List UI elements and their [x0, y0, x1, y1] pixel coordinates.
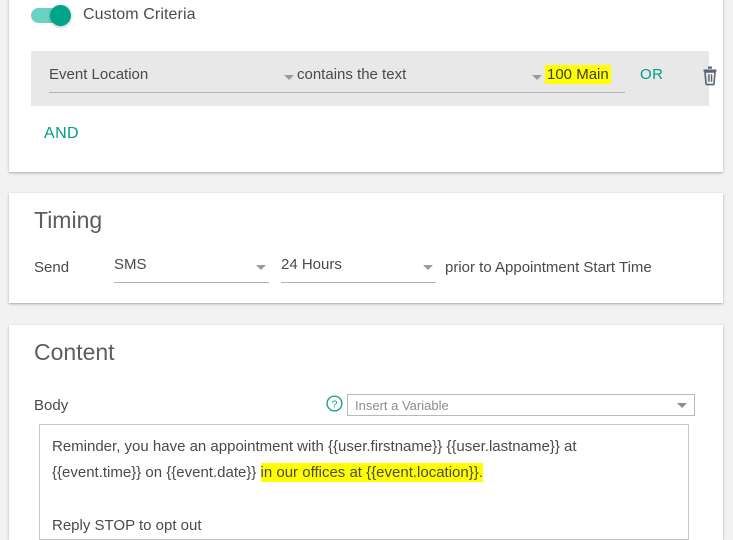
- chevron-down-icon: [284, 75, 294, 80]
- criteria-field-value: Event Location: [49, 66, 149, 83]
- page-root: Custom Criteria Event Location contains …: [0, 0, 733, 540]
- svg-text:?: ?: [332, 398, 338, 410]
- chevron-down-icon: [423, 265, 433, 270]
- chevron-down-icon: [256, 265, 266, 270]
- trash-icon[interactable]: [700, 64, 720, 86]
- criteria-operator-select[interactable]: contains the text: [297, 63, 545, 93]
- body-textarea[interactable]: Reminder, you have an appointment with {…: [39, 424, 689, 540]
- criteria-or-button[interactable]: OR: [640, 66, 663, 83]
- insert-variable-placeholder: Insert a Variable: [355, 398, 449, 413]
- timing-channel-value: SMS: [114, 256, 147, 273]
- body-label: Body: [34, 397, 69, 414]
- criteria-operator-value: contains the text: [297, 66, 407, 83]
- help-circle-icon[interactable]: ?: [326, 395, 343, 412]
- timing-title: Timing: [34, 207, 103, 233]
- custom-criteria-toggle[interactable]: [31, 4, 71, 26]
- body-text-line-2-highlight: in our offices at {{event.location}}.: [260, 463, 483, 482]
- criteria-value-input[interactable]: 100 Main: [545, 63, 625, 93]
- criteria-field-select[interactable]: Event Location: [49, 63, 297, 93]
- criteria-value-text: 100 Main: [545, 65, 611, 84]
- body-text-line-1: Reminder, you have an appointment with {…: [52, 438, 577, 455]
- toggle-knob: [50, 4, 71, 26]
- timing-offset-select[interactable]: 24 Hours: [281, 253, 436, 283]
- custom-criteria-toggle-row[interactable]: Custom Criteria: [31, 4, 196, 26]
- criteria-row: Event Location contains the text 100 Mai…: [31, 51, 717, 106]
- timing-channel-select[interactable]: SMS: [114, 253, 269, 283]
- body-text-line-2: {{event.time}} on {{event.date}} in our …: [52, 463, 483, 483]
- custom-criteria-label: Custom Criteria: [83, 6, 196, 23]
- custom-criteria-card: Custom Criteria Event Location contains …: [9, 0, 723, 172]
- body-text-line-2-plain: {{event.time}} on {{event.date}}: [52, 464, 261, 481]
- timing-offset-value: 24 Hours: [281, 256, 342, 273]
- send-label: Send: [34, 259, 70, 276]
- chevron-down-icon: [677, 403, 687, 408]
- criteria-and-button[interactable]: AND: [44, 125, 79, 143]
- insert-variable-select[interactable]: Insert a Variable: [347, 394, 695, 416]
- timing-suffix-text: prior to Appointment Start Time: [445, 259, 652, 276]
- body-text-line-3: Reply STOP to opt out: [52, 517, 202, 534]
- content-card: Content Body ? Insert a Variable Reminde…: [9, 325, 723, 540]
- chevron-down-icon: [532, 75, 542, 80]
- timing-card: Timing Send SMS 24 Hours prior to Appoin…: [9, 193, 723, 303]
- content-title: Content: [34, 339, 115, 365]
